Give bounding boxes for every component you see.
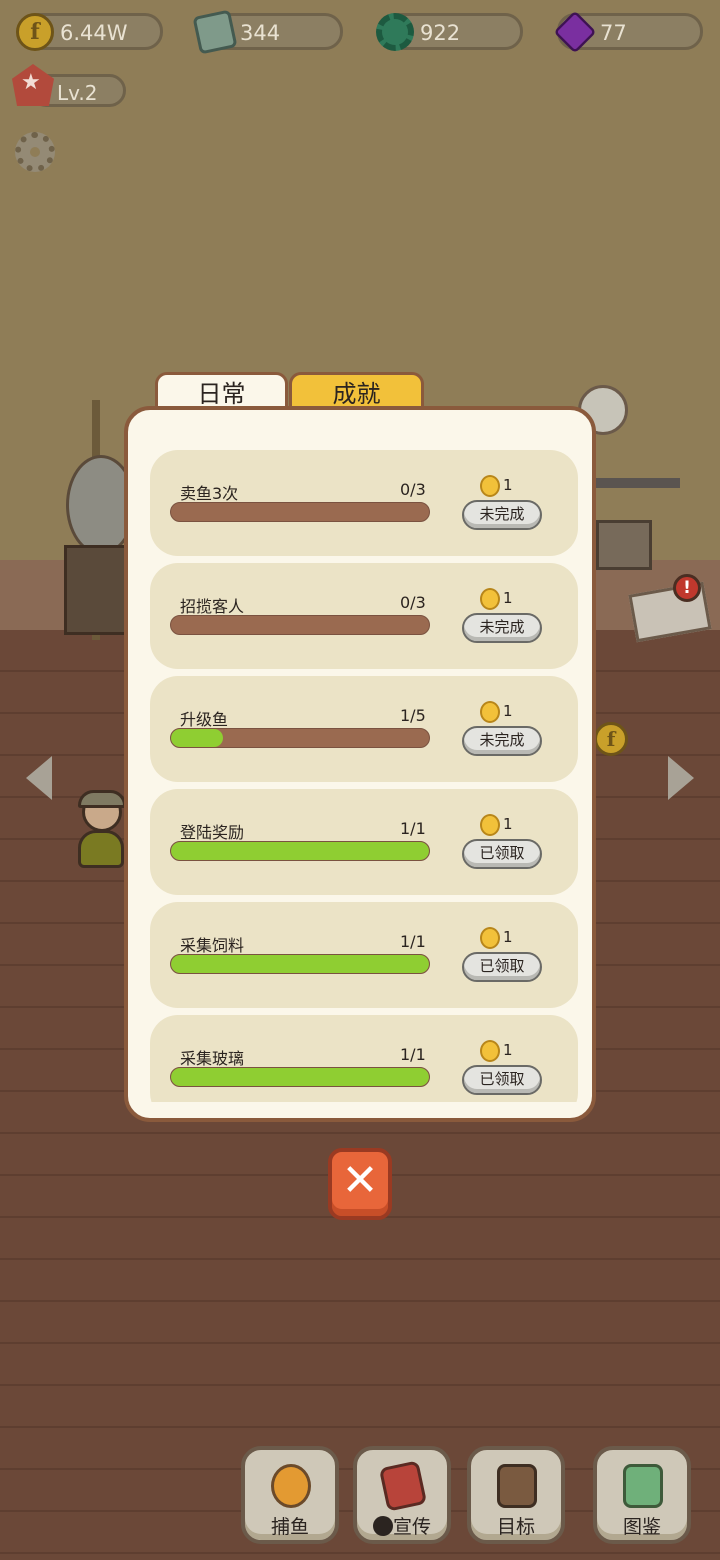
task-status-button[interactable]: 未完成 [462,500,542,530]
reward-coin-icon [480,588,500,610]
green-gear-icon [376,13,414,51]
task-name: 采集饲料 [180,936,245,955]
decor-crate [596,520,652,570]
task-item: 采集饲料 1/1 1 已领取 [150,902,578,1008]
resource-gears[interactable]: 922 [376,13,523,51]
task-status-button[interactable]: 未完成 [462,613,542,643]
task-status-button[interactable]: 已领取 [462,1065,542,1095]
nav-collection-button[interactable]: 图鉴 [593,1446,691,1544]
character-body [78,830,124,868]
nav-collection-label: 图鉴 [622,1516,661,1538]
task-progress-text: 0/3 [400,593,426,612]
nav-goals-label: 目标 [496,1516,535,1538]
resource-gems[interactable]: 77 [553,10,703,54]
task-panel: 卖鱼3次 0/3 1 未完成 招揽客人 0/3 1 未完成 升级鱼 1/5 1 … [124,406,596,1122]
nav-catch-fish-label: 捕鱼 [270,1516,309,1538]
character-hat [78,790,126,808]
submarine-icon [271,1464,311,1508]
reward-amount: 1 [503,1041,513,1059]
task-progress-fill [171,955,429,973]
nav-promote-label: 宣传 [392,1516,431,1538]
floating-coin-icon[interactable]: f [594,722,628,756]
coin-icon: f [16,13,54,51]
task-name: 招揽客人 [180,597,245,616]
level-label: Lv.2 [57,81,98,105]
task-progress-text: 1/1 [400,819,426,838]
reward-amount: 1 [503,815,513,833]
task-progress-bar [170,615,430,635]
task-progress-fill [171,729,223,747]
task-item: 登陆奖励 1/1 1 已领取 [150,789,578,895]
reward-amount: 1 [503,702,513,720]
task-progress-text: 0/3 [400,480,426,499]
reward-coin-icon [480,475,500,497]
nav-promote-button[interactable]: 宣传 [353,1446,451,1544]
task-item: 卖鱼3次 0/3 1 未完成 [150,450,578,556]
paper-stack-icon [192,9,238,55]
close-button[interactable]: ✕ [328,1148,392,1220]
task-name: 升级鱼 [180,710,229,729]
alert-badge-icon: ! [673,574,701,602]
task-progress-text: 1/5 [400,706,426,725]
resource-gems-value: 77 [600,21,627,45]
task-name: 登陆奖励 [180,823,245,842]
task-name: 采集玻璃 [180,1049,245,1068]
promo-book-icon [378,1460,428,1512]
task-progress-text: 1/1 [400,932,426,951]
task-progress-bar [170,728,430,748]
task-progress-bar [170,841,430,861]
reward-amount: 1 [503,589,513,607]
decor-shelf [596,478,680,488]
task-status-button[interactable]: 未完成 [462,726,542,756]
nav-goals-button[interactable]: 目标 [467,1446,565,1544]
reward-amount: 1 [503,928,513,946]
resource-coins[interactable]: f 6.44W [16,13,163,51]
task-progress-bar [170,502,430,522]
resource-coins-value: 6.44W [60,21,128,45]
resource-paper-value: 344 [240,21,281,45]
task-progress-text: 1/1 [400,1045,426,1064]
task-progress-bar [170,954,430,974]
reward-amount: 1 [503,476,513,494]
task-item: 采集玻璃 1/1 1 已领取 [150,1015,578,1102]
reward-coin-icon [480,814,500,836]
task-status-button[interactable]: 已领取 [462,952,542,982]
customer-character [76,790,126,878]
resource-gears-value: 922 [420,21,461,45]
nav-catch-fish-button[interactable]: 捕鱼 [241,1446,339,1544]
fish-album-icon [623,1464,663,1508]
reward-coin-icon [480,927,500,949]
settings-gear-icon[interactable] [15,132,55,172]
task-list[interactable]: 卖鱼3次 0/3 1 未完成 招揽客人 0/3 1 未完成 升级鱼 1/5 1 … [150,450,578,1102]
reward-coin-icon [480,1040,500,1062]
scroll-left-arrow-icon[interactable] [26,756,52,800]
task-name: 卖鱼3次 [180,484,239,503]
task-item: 升级鱼 1/5 1 未完成 [150,676,578,782]
task-progress-bar [170,1067,430,1087]
close-icon: ✕ [341,1155,379,1206]
task-progress-fill [171,842,429,860]
resource-paper[interactable]: 344 [192,9,343,55]
scroll-right-arrow-icon[interactable] [668,756,694,800]
reward-coin-icon [480,701,500,723]
task-item: 招揽客人 0/3 1 未完成 [150,563,578,669]
target-checklist-icon [497,1464,537,1508]
task-status-button[interactable]: 已领取 [462,839,542,869]
task-progress-fill [171,1068,429,1086]
